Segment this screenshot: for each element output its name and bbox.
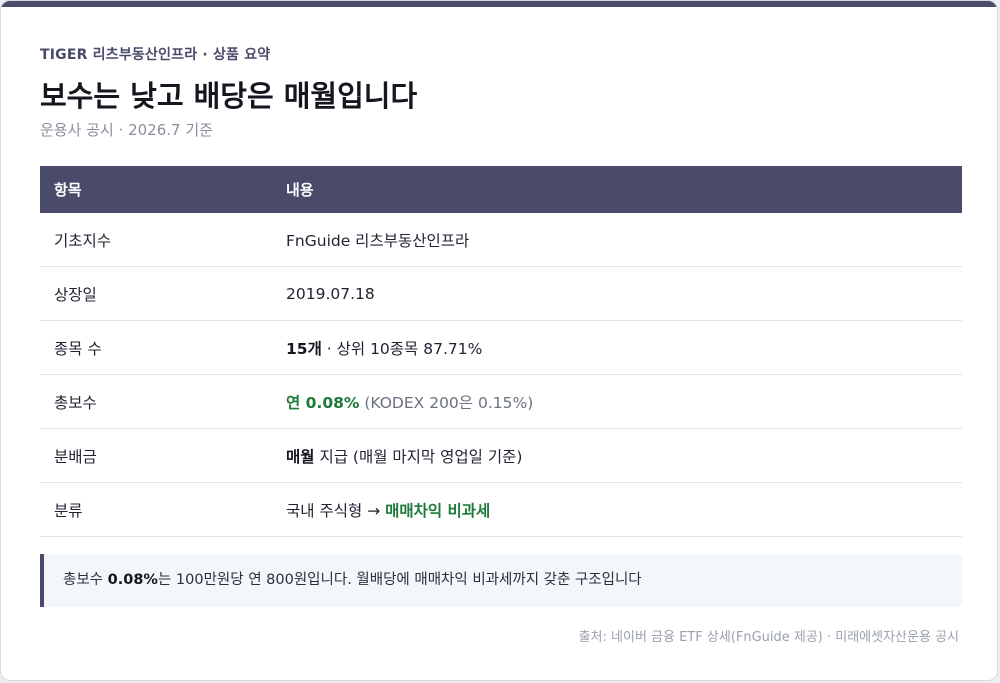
value-plain: 국내 주식형 → <box>286 501 386 520</box>
row-value: 매월 지급 (매월 마지막 영업일 기준) <box>272 428 962 483</box>
value-highlight: 연 0.08% <box>286 393 360 412</box>
value-rest: (KODEX 200은 0.15%) <box>359 393 534 412</box>
row-key: 기초지수 <box>40 213 272 267</box>
spec-table-header: 항목 내용 <box>40 166 962 213</box>
spec-table: 항목 내용 기초지수 FnGuide 리츠부동산인프라 상장일 2019.07.… <box>40 166 962 537</box>
summary-card: TIGER 리츠부동산인프라 · 상품 요약 보수는 낮고 배당은 매월입니다 … <box>0 0 998 681</box>
column-header-item: 항목 <box>40 166 272 213</box>
row-key: 상장일 <box>40 266 272 321</box>
row-value: FnGuide 리츠부동산인프라 <box>272 213 962 267</box>
eyebrow-label: TIGER 리츠부동산인프라 · 상품 요약 <box>40 47 271 63</box>
value-rest: · 상위 10종목 87.71% <box>321 339 483 358</box>
page-title: 보수는 낮고 배당은 매월입니다 <box>40 79 418 113</box>
table-row: 분배금 매월 지급 (매월 마지막 영업일 기준) <box>40 428 962 483</box>
row-value: 연 0.08% (KODEX 200은 0.15%) <box>272 374 962 429</box>
value-strong: 15개 <box>286 339 322 358</box>
row-key: 분류 <box>40 482 272 537</box>
row-value: 국내 주식형 → 매매차익 비과세 <box>272 482 962 537</box>
value-highlight: 매매차익 비과세 <box>385 501 491 520</box>
header-row: 항목 내용 <box>40 166 962 213</box>
table-row: 총보수 연 0.08% (KODEX 200은 0.15%) <box>40 374 962 429</box>
summary-callout: 총보수 0.08%는 100만원당 연 800원입니다. 월배당에 매매차익 비… <box>40 554 962 607</box>
source-note: 출처: 네이버 금융 ETF 상세(FnGuide 제공) · 미래에셋자산운용… <box>578 630 959 645</box>
value-strong: 매월 <box>286 447 315 466</box>
page-subtitle: 운용사 공시 · 2026.7 기준 <box>40 121 213 139</box>
row-value: 15개 · 상위 10종목 87.71% <box>272 320 962 375</box>
spec-table-body: 기초지수 FnGuide 리츠부동산인프라 상장일 2019.07.18 종목 … <box>40 213 962 537</box>
table-row: 분류 국내 주식형 → 매매차익 비과세 <box>40 482 962 537</box>
row-key: 분배금 <box>40 428 272 483</box>
row-key: 종목 수 <box>40 320 272 375</box>
callout-strong: 0.08% <box>107 572 158 588</box>
table-row: 기초지수 FnGuide 리츠부동산인프라 <box>40 213 962 267</box>
value-text: 2019.07.18 <box>286 284 375 303</box>
table-row: 종목 수 15개 · 상위 10종목 87.71% <box>40 320 962 375</box>
accent-top-bar <box>1 1 997 7</box>
callout-text: 는 100만원당 연 800원입니다. 월배당에 매매차익 비과세까지 갖춘 구… <box>157 572 642 588</box>
table-row: 상장일 2019.07.18 <box>40 266 962 321</box>
row-key: 총보수 <box>40 374 272 429</box>
value-text: FnGuide 리츠부동산인프라 <box>286 231 470 250</box>
value-rest: 지급 (매월 마지막 영업일 기준) <box>314 447 523 466</box>
column-header-content: 내용 <box>272 166 962 213</box>
row-value: 2019.07.18 <box>272 266 962 321</box>
callout-prefix: 총보수 <box>63 572 108 588</box>
